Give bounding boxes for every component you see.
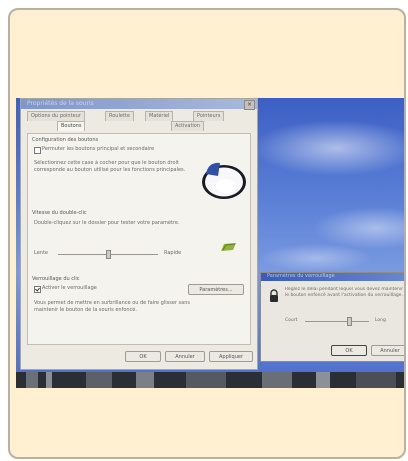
settings-dialog-title: Paramètres du verrouillage — [267, 273, 335, 279]
double-click-description: Double-cliquez sur le dossier pour teste… — [34, 220, 180, 226]
lock-delay-slider[interactable] — [305, 321, 369, 322]
cancel-button[interactable]: Annuler — [165, 351, 205, 362]
mouse-properties-dialog: Propriétés de la souris × Options du poi… — [20, 98, 258, 370]
lock-delay-long-label: Long — [375, 318, 386, 323]
speed-fast-label: Rapide — [164, 250, 182, 256]
strip-segment — [26, 372, 38, 388]
settings-ok-button[interactable]: OK — [331, 345, 367, 356]
strip-segment — [316, 372, 330, 388]
lock-delay-short-label: Court — [285, 318, 298, 323]
settings-dialog-titlebar: Paramètres du verrouillage — [261, 273, 404, 281]
click-lock-settings-button[interactable]: Paramètres... — [188, 284, 244, 295]
switch-buttons-checkbox[interactable] — [34, 147, 41, 154]
tab-hardware[interactable]: Matériel — [145, 111, 174, 121]
buttons-tab-panel: Configuration des boutons Permuter les b… — [27, 133, 251, 345]
switch-buttons-label: Permuter les boutons principal et second… — [42, 146, 155, 152]
apply-button[interactable]: Appliquer — [209, 351, 253, 362]
close-icon[interactable]: × — [244, 100, 255, 110]
click-lock-description: Vous permet de mettre en surbrillance ou… — [34, 300, 191, 313]
strip-segment — [86, 372, 112, 388]
click-lock-checkbox-label: Activer le verrouillage — [42, 285, 97, 291]
dialog-title: Propriétés de la souris — [27, 100, 94, 107]
group-click-lock-label: Verrouillage du clic — [32, 276, 80, 282]
tab-buttons[interactable]: Boutons — [57, 121, 86, 131]
group-double-click-label: Vitesse du double-clic — [32, 210, 87, 216]
mouse-icon — [202, 162, 246, 199]
button-configuration-description: Sélectionnez cette case à cocher pour qu… — [34, 160, 186, 173]
dialog-titlebar: Propriétés de la souris × — [21, 99, 257, 110]
tab-row-top: Options du pointeur Roulette Matériel Po… — [21, 111, 257, 121]
tab-activation[interactable]: Activation — [171, 121, 205, 131]
strip-segment — [186, 372, 226, 388]
tab-wheel[interactable]: Roulette — [105, 111, 134, 121]
image-card: Propriétés de la souris × Options du poi… — [8, 8, 406, 459]
strip-segment — [262, 372, 292, 388]
speed-slow-label: Lente — [34, 250, 48, 256]
tab-pointer-options[interactable]: Options du pointeur — [27, 111, 85, 121]
lock-delay-thumb[interactable] — [347, 317, 352, 326]
strip-segment — [46, 372, 52, 388]
click-lock-settings-dialog: Paramètres du verrouillage Réglez le dél… — [260, 272, 404, 362]
tab-row-bottom: Boutons Activation — [21, 121, 257, 131]
strip-segment — [136, 372, 154, 388]
settings-dialog-description: Réglez le délai pendant lequel vous deve… — [285, 287, 404, 298]
folder-icon[interactable] — [220, 242, 238, 252]
click-lock-checkbox[interactable] — [34, 286, 41, 293]
lock-icon — [270, 289, 278, 302]
group-button-configuration-label: Configuration des boutons — [32, 137, 99, 143]
tab-pointers[interactable]: Pointeurs — [193, 111, 225, 121]
strip-segment — [356, 372, 396, 388]
double-click-speed-thumb[interactable] — [106, 250, 111, 259]
screenshot-photo: Propriétés de la souris × Options du poi… — [16, 98, 404, 388]
settings-cancel-button[interactable]: Annuler — [371, 345, 404, 356]
taskbar-strip — [16, 372, 404, 388]
ok-button[interactable]: OK — [125, 351, 161, 362]
